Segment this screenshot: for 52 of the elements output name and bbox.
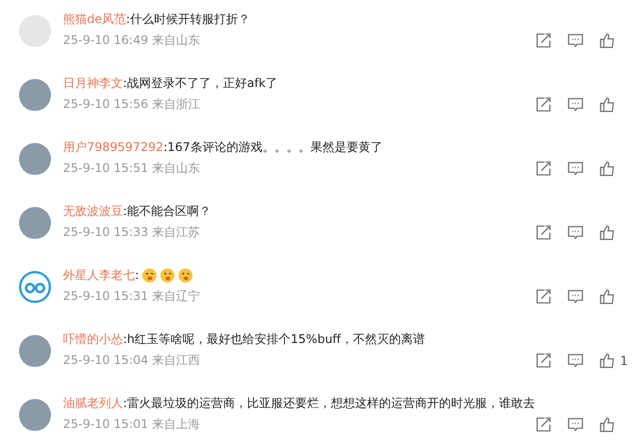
avatar-photo-placeholder[interactable] (19, 79, 51, 111)
comment-time: 25-9-10 15:33 来自江苏 (63, 224, 200, 240)
thumbs-up-icon[interactable] (599, 160, 616, 176)
comment-icon[interactable] (567, 224, 584, 240)
comment-icon[interactable] (567, 352, 584, 368)
avatar-logo-icon[interactable] (19, 271, 51, 303)
user-name[interactable]: 日月神李文 (63, 74, 123, 92)
comment-time: 25-9-10 15:56 来自浙江 (63, 96, 200, 112)
comment-time: 25-9-10 15:01 来自上海 (63, 416, 200, 432)
thumbs-up-icon[interactable] (599, 224, 616, 240)
share-icon[interactable] (535, 96, 552, 112)
comment-time: 25-9-10 15:31 来自辽宁 (63, 288, 200, 304)
comment-text: :什么时候开转服打折？ (126, 10, 250, 28)
tongue-face-emoji-icon (160, 268, 176, 282)
thumbs-up-icon[interactable] (599, 96, 616, 112)
tongue-face-emoji-icon (178, 268, 194, 282)
comment-text: :167条评论的游戏。。。。果然是要黄了 (163, 138, 382, 156)
share-icon[interactable] (535, 288, 552, 304)
thumbs-up-icon[interactable] (599, 352, 616, 368)
share-icon[interactable] (535, 32, 552, 48)
user-name[interactable]: 用户7989597292 (63, 138, 164, 156)
comment-time: 25-9-10 15:04 来自江西 (63, 352, 200, 368)
comment-text: : (135, 268, 140, 282)
share-icon[interactable] (535, 352, 552, 368)
user-name[interactable]: 无敌波波豆 (63, 202, 123, 220)
thumbs-up-icon[interactable] (599, 288, 616, 304)
comment-icon[interactable] (567, 96, 584, 112)
comment-text: :能不能合区啊？ (123, 202, 212, 220)
comment-time: 25-9-10 16:49 来自山东 (63, 32, 200, 48)
comment-icon[interactable] (567, 32, 584, 48)
user-name[interactable]: 外星人李老七 (63, 266, 135, 284)
share-icon[interactable] (535, 160, 552, 176)
avatar-photo-placeholder[interactable] (19, 399, 51, 431)
share-icon[interactable] (535, 224, 552, 240)
comment-text: :雷火最垃圾的运营商，比亚服还要烂，想想这样的运营商开的时光服，谁敢去 (123, 394, 536, 412)
tongue-face-emoji-icon (142, 268, 158, 282)
avatar-photo-placeholder[interactable] (19, 335, 51, 367)
share-icon[interactable] (535, 416, 552, 432)
thumbs-up-icon[interactable] (599, 416, 616, 432)
comment-text: :战网登录不了了，正好afk了 (123, 74, 278, 92)
avatar-photo-placeholder[interactable] (19, 143, 51, 175)
thumbs-up-icon[interactable] (599, 32, 616, 48)
comment-text: :h红玉等啥呢，最好也给安排个15%buff，不然灭的离谱 (123, 330, 425, 348)
comment-icon[interactable] (567, 288, 584, 304)
user-name[interactable]: 熊猫de风范 (63, 10, 126, 28)
avatar-photo-placeholder[interactable] (19, 207, 51, 239)
like-count: 1 (619, 352, 629, 368)
comment-icon[interactable] (567, 160, 584, 176)
comment-icon[interactable] (567, 416, 584, 432)
comment-time: 25-9-10 15:51 来自山东 (63, 160, 200, 176)
user-name[interactable]: 吓懵的小怂 (63, 330, 123, 348)
user-name[interactable]: 油腻老列人 (63, 394, 123, 412)
